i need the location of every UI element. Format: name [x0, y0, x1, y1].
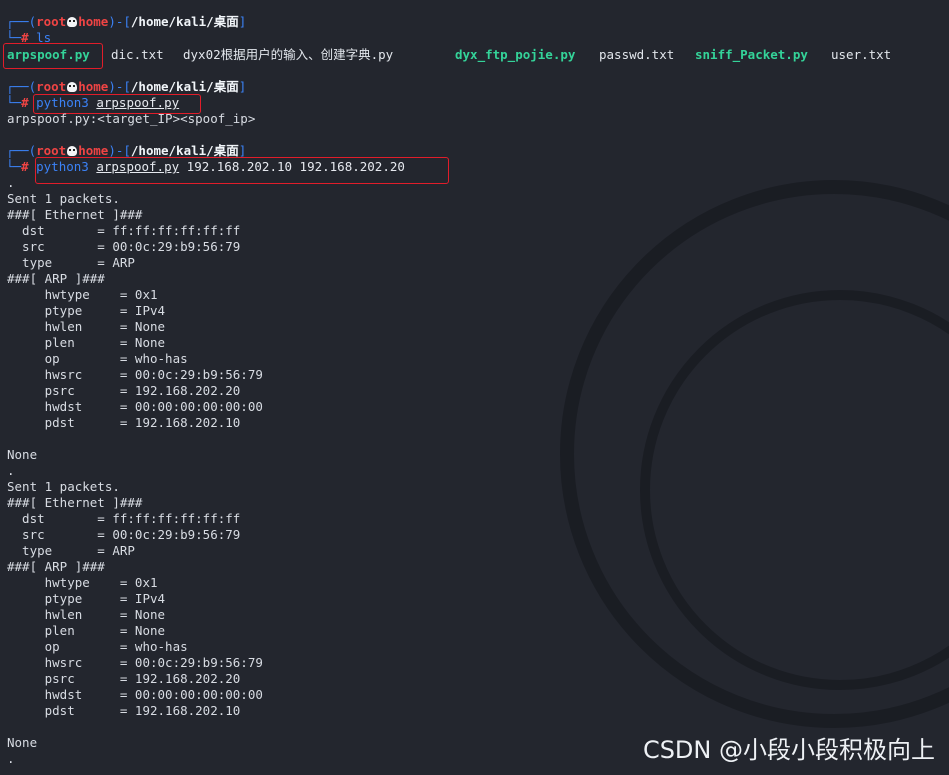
output-line: pdst = 192.168.202.10	[7, 415, 241, 430]
output-line: ###[ ARP ]###	[7, 271, 105, 286]
output-line: op = who-has	[7, 639, 188, 654]
output-line: None	[7, 447, 38, 462]
ls-file-item: sniff_Packet.py	[695, 47, 808, 62]
output-line: src = 00:0c:29:b9:56:79	[7, 527, 241, 542]
output-line: hwdst = 00:00:00:00:00:00	[7, 399, 263, 414]
output-line: src = 00:0c:29:b9:56:79	[7, 239, 241, 254]
output-line: dst = ff:ff:ff:ff:ff:ff	[7, 511, 241, 526]
output-line: hwsrc = 00:0c:29:b9:56:79	[7, 367, 263, 382]
ls-file-item: dyx02根据用户的输入、创建字典.py	[183, 47, 394, 62]
skull-icon	[67, 17, 78, 27]
ls-file-item: user.txt	[831, 47, 892, 62]
output-line: op = who-has	[7, 351, 188, 366]
output-line: hwlen = None	[7, 607, 166, 622]
output-line: ###[ Ethernet ]###	[7, 207, 143, 222]
terminal-window[interactable]: ┌──(root home)-[/home/kali/桌面] └─# ls arp…	[0, 0, 949, 775]
usage-line: arpspoof.py:<target_IP><spoof_ip>	[7, 111, 256, 126]
output-line: plen = None	[7, 335, 166, 350]
output-line: Sent 1 packets.	[7, 479, 120, 494]
highlight-box-command-2	[35, 157, 449, 184]
ls-file-item: passwd.txt	[599, 47, 675, 62]
highlight-box-arpspoof	[3, 43, 103, 69]
prompt-line: ┌──(root home)-[/home/kali/桌面]	[6, 79, 247, 94]
output-line: plen = None	[7, 623, 166, 638]
watermark: CSDN @小段小段积极向上	[642, 736, 935, 764]
skull-icon	[67, 146, 78, 156]
output-line: psrc = 192.168.202.20	[7, 671, 241, 686]
output-line: dst = ff:ff:ff:ff:ff:ff	[7, 223, 241, 238]
output-line: Sent 1 packets.	[7, 191, 120, 206]
output-line: .	[7, 175, 15, 190]
output-line: ###[ ARP ]###	[7, 559, 105, 574]
output-line: hwdst = 00:00:00:00:00:00	[7, 687, 263, 702]
output-line: .	[7, 751, 15, 766]
output-line: psrc = 192.168.202.20	[7, 383, 241, 398]
output-line: None	[7, 735, 38, 750]
output-line: .	[7, 463, 15, 478]
output-line: type = ARP	[7, 255, 135, 270]
ls-file-item: dyx_ftp_pojie.py	[455, 47, 576, 62]
output-line: type = ARP	[7, 543, 135, 558]
output-line: hwtype = 0x1	[7, 287, 158, 302]
ls-file-item: dic.txt	[111, 47, 164, 62]
output-line: pdst = 192.168.202.10	[7, 703, 241, 718]
output-line: ptype = IPv4	[7, 591, 166, 606]
output-line: hwlen = None	[7, 319, 166, 334]
output-line: hwsrc = 00:0c:29:b9:56:79	[7, 655, 263, 670]
output-line: hwtype = 0x1	[7, 575, 158, 590]
prompt-line: ┌──(root home)-[/home/kali/桌面]	[6, 14, 247, 29]
output-line: ###[ Ethernet ]###	[7, 495, 143, 510]
skull-icon	[67, 82, 78, 92]
output-line: ptype = IPv4	[7, 303, 166, 318]
